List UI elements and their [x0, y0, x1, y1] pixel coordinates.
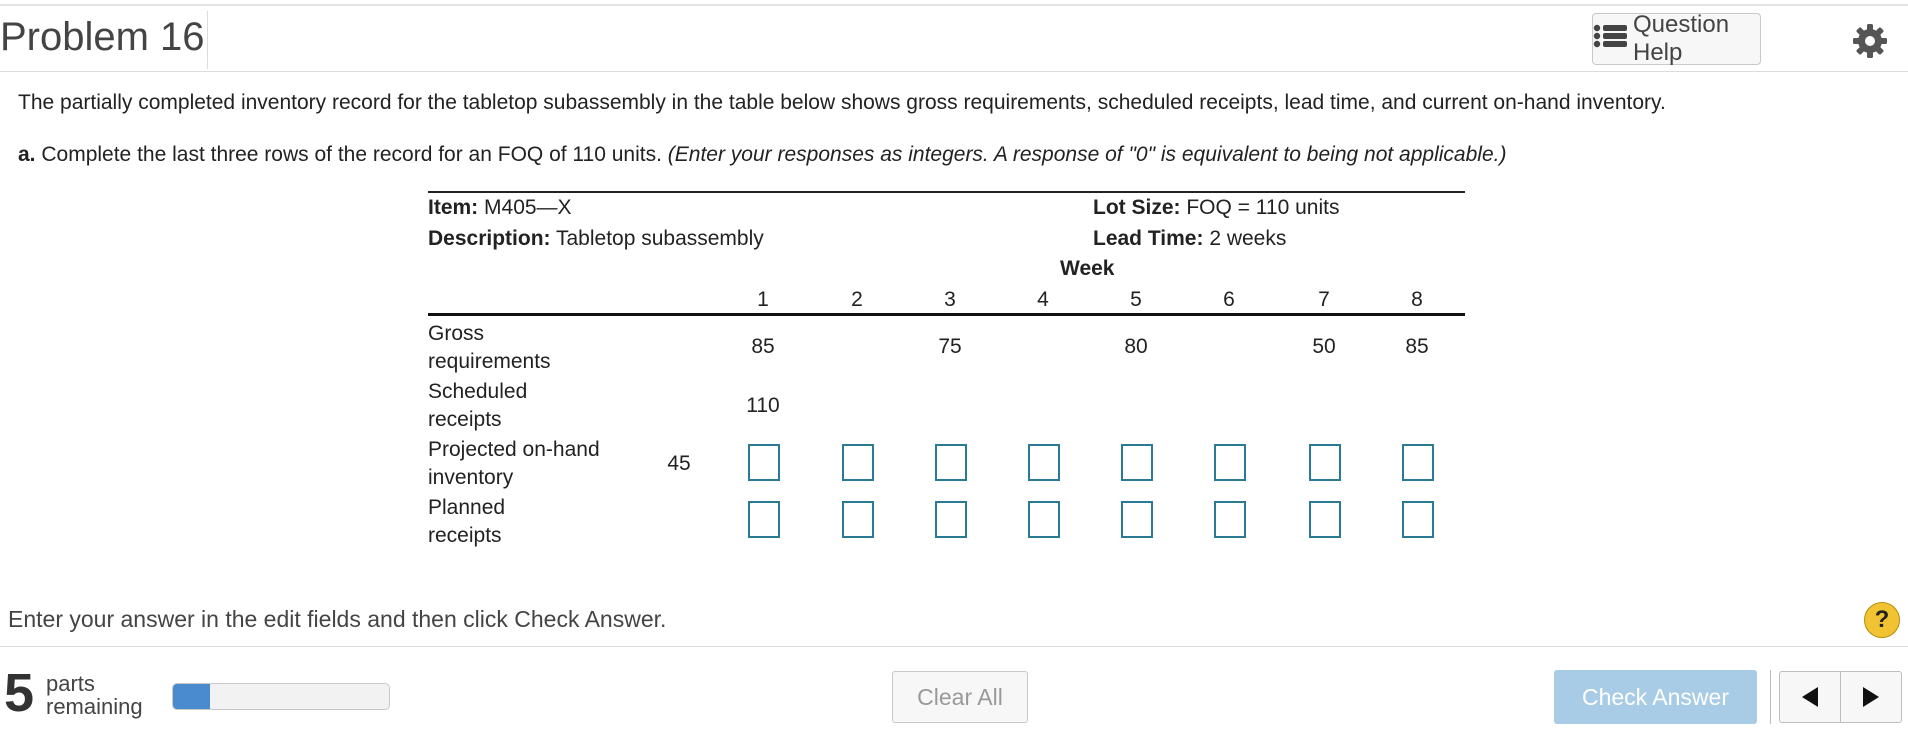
nav-separator — [1770, 670, 1771, 724]
part-a-text: Complete the last three rows of the reco… — [41, 143, 662, 166]
table-cell: 85 — [751, 335, 775, 358]
item-label: Item: — [428, 196, 479, 219]
right-arrow-icon — [1863, 687, 1879, 707]
row-label-line: Projected on-hand — [428, 438, 600, 461]
planned-receipt-input[interactable] — [1214, 501, 1246, 538]
row-label: Scheduled receipts — [428, 378, 628, 434]
parts-label-line: parts — [46, 671, 95, 696]
row-label-line: receipts — [428, 408, 502, 431]
projected-inventory-input[interactable] — [1121, 444, 1153, 481]
lot-size-value: FOQ = 110 units — [1186, 196, 1340, 219]
part-a-label: a. — [18, 143, 36, 166]
week-number: 2 — [851, 288, 863, 311]
planned-receipt-input[interactable] — [842, 501, 874, 538]
progress-fill — [173, 684, 210, 709]
table-cell: 110 — [746, 394, 780, 417]
row-label-line: inventory — [428, 466, 514, 489]
title-divider — [207, 11, 208, 69]
lead-time-value: 2 weeks — [1209, 227, 1287, 250]
list-icon — [1593, 24, 1627, 55]
page: Problem 16 Question Help The partially c… — [0, 0, 1908, 739]
table-cell: 50 — [1312, 335, 1336, 358]
question-nav — [1779, 671, 1902, 723]
check-answer-button[interactable]: Check Answer — [1554, 670, 1757, 724]
left-arrow-icon — [1802, 687, 1818, 707]
planned-receipt-input[interactable] — [1121, 501, 1153, 538]
planned-receipt-input[interactable] — [1402, 501, 1434, 538]
page-title: Problem 16 — [0, 15, 205, 59]
row-label: Projected on-hand inventory — [428, 436, 628, 492]
planned-receipt-input[interactable] — [1309, 501, 1341, 538]
table-cell: 85 — [1405, 335, 1429, 358]
projected-inventory-input[interactable] — [1309, 444, 1341, 481]
lead-time-label: Lead Time: — [1093, 227, 1204, 250]
week-number: 6 — [1223, 288, 1235, 311]
question-help-button[interactable]: Question Help — [1592, 11, 1761, 66]
instructions-text: Enter your answer in the edit fields and… — [8, 606, 667, 632]
week-number: 8 — [1411, 288, 1423, 311]
projected-inventory-input[interactable] — [1214, 444, 1246, 481]
item-value: M405—X — [484, 196, 572, 219]
header-separator — [428, 313, 1465, 316]
projected-inventory-input[interactable] — [935, 444, 967, 481]
projected-inventory-input[interactable] — [748, 444, 780, 481]
footer-divider — [0, 646, 1908, 647]
row-label-line: Planned — [428, 496, 506, 519]
item-field: Item: M405—X — [428, 196, 572, 220]
week-number: 4 — [1037, 288, 1049, 311]
part-a-note: (Enter your responses as integers. A res… — [667, 143, 1507, 166]
progress-bar — [172, 683, 390, 710]
part-a-prompt: a. Complete the last three rows of the r… — [18, 143, 1506, 167]
parts-remaining-label: parts remaining — [46, 672, 143, 718]
help-circle-icon[interactable]: ? — [1864, 602, 1900, 638]
lead-time-field: Lead Time: 2 weeks — [1093, 227, 1286, 251]
row-label: Planned receipts — [428, 494, 628, 550]
row-label-line: requirements — [428, 350, 551, 373]
previous-button[interactable] — [1780, 672, 1840, 722]
parts-label-line: remaining — [46, 694, 143, 719]
description-field: Description: Tabletop subassembly — [428, 227, 764, 251]
row-label: Gross requirements — [428, 320, 628, 376]
gear-icon[interactable] — [1850, 21, 1890, 61]
question-help-label: Question Help — [1633, 11, 1730, 66]
lot-size-label: Lot Size: — [1093, 196, 1181, 219]
record-top-rule — [428, 191, 1465, 193]
table-cell: 80 — [1124, 335, 1148, 358]
top-rule — [0, 4, 1908, 6]
clear-all-button[interactable]: Clear All — [892, 671, 1028, 723]
projected-inventory-input[interactable] — [1028, 444, 1060, 481]
week-heading: Week — [1060, 257, 1115, 280]
header-bar: Problem 16 Question Help — [0, 7, 1908, 72]
lot-size-field: Lot Size: FOQ = 110 units — [1093, 196, 1339, 220]
row-label-line: receipts — [428, 524, 502, 547]
next-button[interactable] — [1840, 672, 1901, 722]
planned-receipt-input[interactable] — [748, 501, 780, 538]
row-label-line: Gross — [428, 322, 485, 345]
initial-inventory: 45 — [667, 452, 691, 475]
projected-inventory-input[interactable] — [842, 444, 874, 481]
table-cell: 75 — [938, 335, 962, 358]
row-label-line: Scheduled — [428, 380, 528, 403]
parts-remaining-count: 5 — [4, 663, 35, 723]
projected-inventory-input[interactable] — [1402, 444, 1434, 481]
question-intro: The partially completed inventory record… — [18, 91, 1666, 114]
week-number: 1 — [757, 288, 769, 311]
week-number: 7 — [1318, 288, 1330, 311]
planned-receipt-input[interactable] — [1028, 501, 1060, 538]
description-label: Description: — [428, 227, 551, 250]
description-value: Tabletop subassembly — [555, 227, 764, 250]
week-number: 3 — [944, 288, 956, 311]
week-number: 5 — [1130, 288, 1142, 311]
planned-receipt-input[interactable] — [935, 501, 967, 538]
